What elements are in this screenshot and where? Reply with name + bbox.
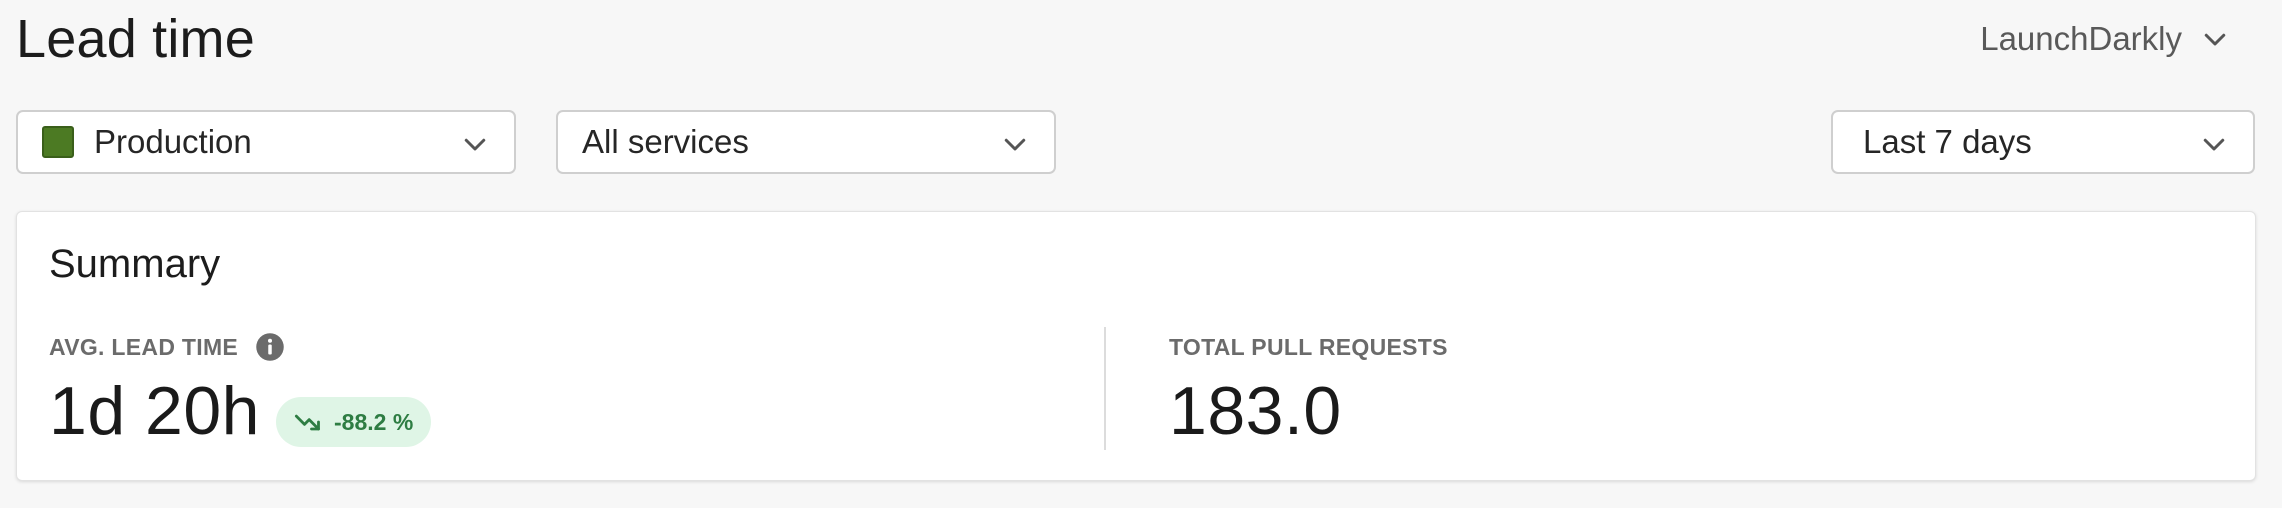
org-switcher[interactable]: LaunchDarkly (1980, 20, 2230, 58)
chevron-down-icon (2203, 138, 2225, 151)
service-select[interactable]: All services (556, 110, 1056, 174)
lead-time-page: Lead time LaunchDarkly Production All se… (0, 0, 2282, 508)
trending-down-icon (294, 414, 320, 431)
total-pull-requests-value: 183.0 (1169, 373, 1342, 449)
info-icon[interactable] (255, 332, 285, 362)
org-name: LaunchDarkly (1980, 20, 2182, 57)
environment-select[interactable]: Production (16, 110, 516, 174)
chevron-down-icon (2204, 33, 2226, 46)
date-range-select-value: Last 7 days (1863, 123, 2032, 160)
avg-lead-time-value: 1d 20h (49, 373, 260, 449)
summary-title: Summary (49, 242, 221, 286)
trend-value: -88.2 % (334, 408, 414, 435)
metric-divider (1104, 327, 1106, 450)
summary-card: Summary AVG. LEAD TIME 1d 20h -88.2 % TO… (16, 211, 2256, 481)
chevron-down-icon (1004, 138, 1026, 151)
chevron-down-icon (464, 138, 486, 151)
service-select-value: All services (582, 123, 749, 160)
total-pull-requests-label: TOTAL PULL REQUESTS (1169, 334, 1448, 360)
avg-lead-time-label: AVG. LEAD TIME (49, 334, 239, 360)
date-range-select[interactable]: Last 7 days (1831, 110, 2255, 174)
environment-select-value: Production (94, 123, 252, 160)
trend-badge: -88.2 % (276, 397, 432, 447)
page-title: Lead time (16, 9, 255, 69)
environment-color-swatch (42, 126, 74, 158)
